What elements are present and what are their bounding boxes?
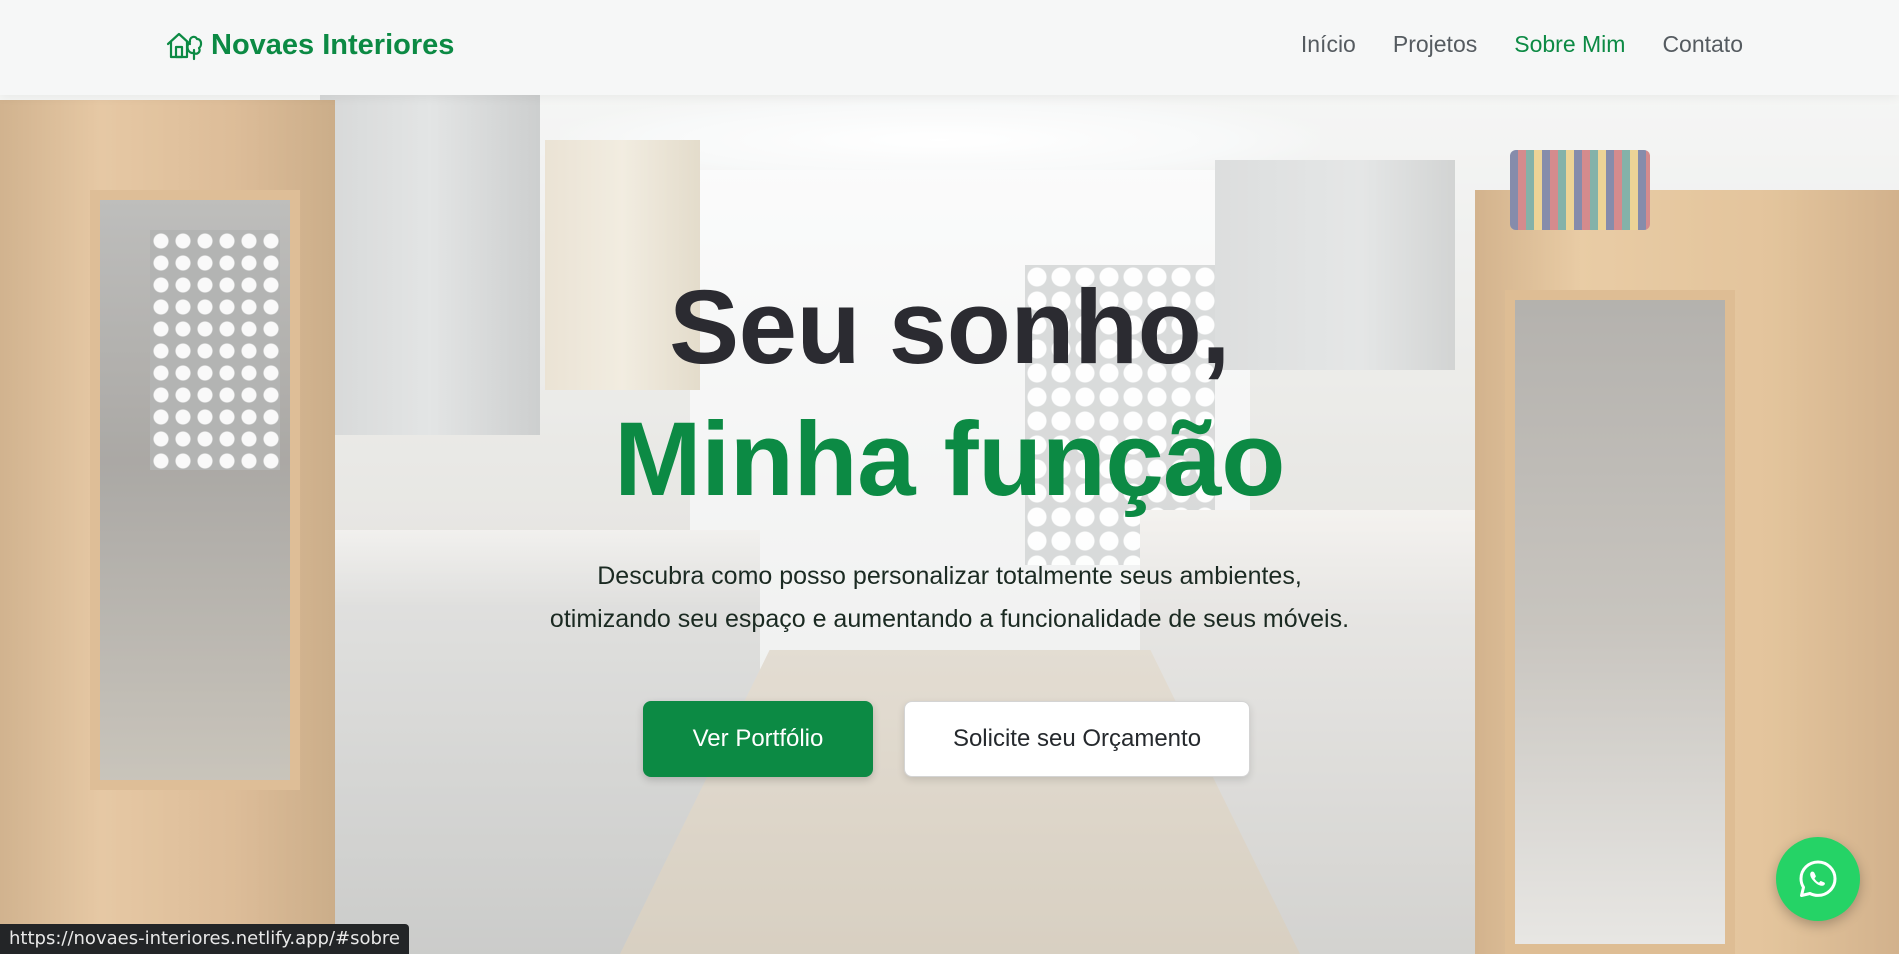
nav-link-projetos[interactable]: Projetos [1393,31,1477,58]
nav-link-contato[interactable]: Contato [1662,31,1743,58]
whatsapp-icon [1796,857,1840,901]
nav-link-sobre-mim[interactable]: Sobre Mim [1514,31,1625,58]
browser-status-url: https://novaes-interiores.netlify.app/#s… [0,924,409,954]
house-tree-icon [165,28,203,62]
hero-subtitle-line2: otimizando seu espaço e aumentando a fun… [549,605,1350,633]
site-header: Novaes Interiores Início Projetos Sobre … [0,0,1899,95]
view-portfolio-button[interactable]: Ver Portfólio [643,701,873,777]
hero-headline-line2: Minha função [614,401,1285,518]
nav-link-inicio[interactable]: Início [1301,31,1356,58]
main-nav: Início Projetos Sobre Mim Contato [1301,31,1743,58]
hero-subtitle: Descubra como posso personalizar totalme… [0,555,1899,641]
whatsapp-button[interactable] [1776,837,1860,921]
brand-name: Novaes Interiores [211,28,455,61]
hero-subtitle-line1: Descubra como posso personalizar totalme… [597,562,1302,590]
request-quote-button[interactable]: Solicite seu Orçamento [904,701,1250,777]
hero-section: Seu sonho, Minha função Descubra como po… [0,95,1899,954]
hero-cta-row: Ver Portfólio Solicite seu Orçamento [0,701,1899,777]
hero-headline-line1: Seu sonho, [669,269,1230,386]
brand-link[interactable]: Novaes Interiores [165,28,454,62]
